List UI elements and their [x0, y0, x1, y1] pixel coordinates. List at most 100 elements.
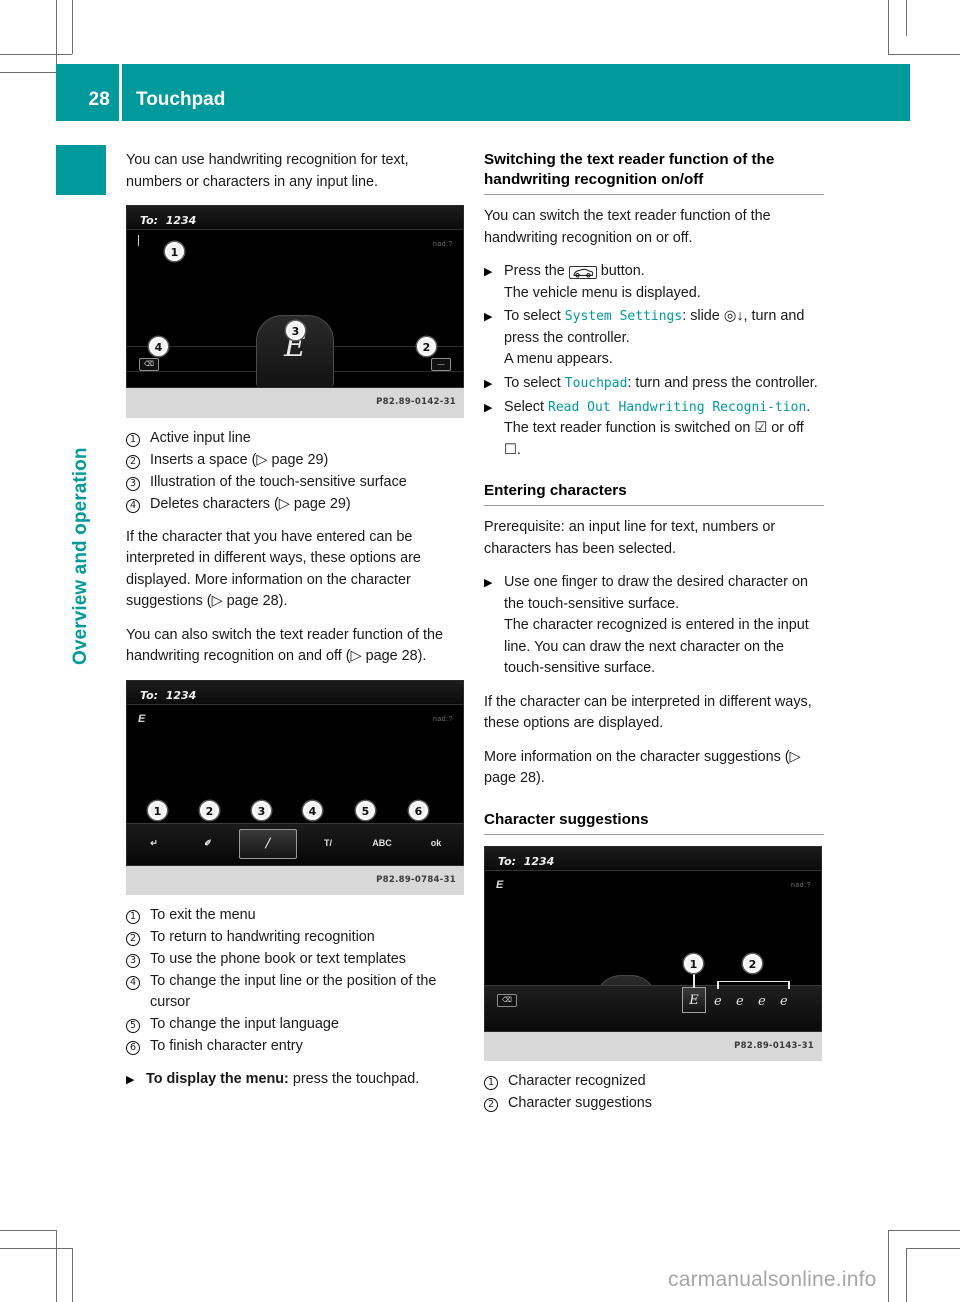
delete-character-button[interactable]: ⌫ [139, 358, 159, 371]
legend-item: 4 Deletes characters (▷ page 29) [126, 494, 466, 515]
step-item-select-system-settings: ▶ To select System Settings: slide ◎↓, t… [484, 306, 824, 371]
crop-mark-bottom-left-v [56, 1230, 57, 1302]
crop-mark-bottom-left-v2 [72, 1248, 73, 1302]
crop-mark-top-left-v2 [72, 0, 73, 54]
callout-1: 1 [148, 800, 167, 820]
insert-space-button[interactable]: ― [431, 358, 451, 371]
delete-character-button[interactable]: ⌫ [497, 993, 517, 1007]
crop-mark-top-right-v2 [906, 0, 907, 36]
step-list-text-reader: ▶ Press the button. The vehicle menu is … [484, 261, 824, 461]
callout-6: 6 [409, 800, 428, 820]
callout-4: 4 [149, 337, 168, 356]
legend-number: 1 [126, 905, 150, 926]
legend-item: 6 To finish character entry [126, 1036, 466, 1057]
legend-label: To change the input line or the position… [150, 973, 437, 1010]
callout-3: 3 [252, 800, 271, 820]
right-column: Switching the text reader function of th… [484, 150, 824, 1126]
legend-item: 1 Character recognized [484, 1071, 824, 1092]
intro-paragraph: You can use handwriting recognition for … [126, 152, 409, 190]
ui-label-touchpad[interactable]: Touchpad [565, 376, 628, 391]
legend-item: 2 To return to handwriting recognition [126, 927, 466, 948]
callout-2: 2 [200, 800, 219, 820]
menu-icon-handwriting[interactable]: ✐ [181, 833, 235, 855]
legend-label: Active input line [150, 429, 251, 446]
legend-label: Character recognized [508, 1073, 646, 1089]
page-number: 28 [56, 64, 119, 121]
legend-item: 5 To change the input language [126, 1014, 466, 1035]
suggestion-character-4[interactable]: e [780, 991, 788, 1013]
step-lead: To select [504, 308, 565, 324]
legend-label: To finish character entry [150, 1038, 303, 1054]
step-tail: button. [596, 263, 645, 279]
legend-number: 3 [126, 949, 150, 970]
figure-character-suggestions: To: 1234 nad:? E ⌫ E e e e e 1 2 P82.89- [484, 845, 822, 1061]
legend-item: 1 To exit the menu [126, 905, 466, 926]
step-text-rest: press the touchpad. [288, 1071, 420, 1087]
callout-leader-2 [717, 980, 789, 982]
screen-topbar: To: 1234 [485, 846, 821, 871]
chapter-tab-marker [56, 145, 106, 195]
legend-number: 4 [126, 494, 150, 515]
step-text: To select Touchpad: turn and press the c… [504, 373, 824, 395]
crop-mark-bottom-left-h [0, 1230, 56, 1231]
callout-1: 1 [165, 242, 184, 261]
page-header: 28 Touchpad [56, 64, 910, 121]
legend-item: 3 To use the phone book or text template… [126, 949, 466, 970]
vehicle-button-icon [568, 266, 597, 279]
ui-label-system-settings[interactable]: System Settings [565, 309, 682, 324]
step-subtext: The vehicle menu is displayed. [504, 284, 701, 301]
figure-handwriting-screen-1: To: 1234 nad:? E ⌫ ― 1 2 3 4 P82.89-0142… [126, 205, 464, 418]
legend-label: To exit the menu [150, 907, 256, 923]
suggestion-character-1[interactable]: e [714, 991, 722, 1013]
callout-leader-2-left [717, 980, 719, 989]
legend-label: Inserts a space (▷ page 29) [150, 451, 329, 468]
step-list-display-menu: ▶ To display the menu: press the touchpa… [126, 1069, 466, 1091]
heading-rule [484, 194, 824, 195]
legend-item: 4 To change the input line or the positi… [126, 971, 466, 1013]
screen-to-field: To: 1234 [140, 214, 197, 227]
step-item-select-read-out: ▶ Select Read Out Handwriting Recogni‐ti… [484, 397, 824, 462]
crop-mark-bottom-right-h2 [906, 1248, 960, 1249]
step-tail: . [806, 398, 811, 415]
menu-icon-phonebook[interactable]: ╱ [239, 829, 297, 859]
step-arrow-icon: ▶ [484, 266, 493, 278]
crop-mark-bottom-left-h2 [0, 1248, 72, 1249]
menu-icon-ok[interactable]: ok [409, 833, 463, 855]
legend-item: 3 Illustration of the touch-sensitive su… [126, 472, 466, 493]
section-heading-entering-characters: Entering characters [484, 482, 627, 499]
menu-icon-cursor[interactable]: T/ [301, 833, 355, 855]
crop-mark-top-right-h [888, 54, 960, 55]
legend-number: 2 [484, 1093, 508, 1114]
screenshot-handwriting-input: To: 1234 nad:? E ⌫ ― 1 2 3 4 [126, 205, 464, 388]
callout-1: 1 [684, 953, 703, 973]
legend-label: To return to handwriting recognition [150, 929, 375, 945]
heading-rule [484, 833, 824, 835]
legend-label: Character suggestions [508, 1095, 652, 1111]
left-paragraph-1: If the character that you have entered c… [126, 528, 421, 610]
step-subtext: A menu appears. [504, 351, 613, 367]
step-lead: Use one finger to draw the desired chara… [504, 574, 808, 612]
step-subtext: The text reader function is switched on … [504, 420, 804, 458]
right-paragraph-1: You can switch the text reader function … [484, 208, 771, 246]
crop-mark-top-right-v [888, 0, 889, 54]
left-column: You can use handwriting recognition for … [126, 150, 466, 1103]
step-arrow-icon: ▶ [484, 401, 493, 414]
ui-label-read-out-handwriting[interactable]: Read Out Handwriting Recogni‐tion [548, 400, 806, 415]
legend-list-1: 1 Active input line 2 Inserts a space (▷… [126, 428, 466, 515]
step-subtext: The character recognized is entered in t… [504, 617, 809, 676]
recognized-character-box: E [682, 986, 706, 1013]
legend-label: To use the phone book or text templates [150, 951, 406, 967]
crop-mark-bottom-right-v [888, 1230, 889, 1302]
step-item-draw-character: ▶ Use one finger to draw the desired cha… [484, 572, 824, 680]
screen-status-text: nad:? [432, 241, 453, 248]
screen-entered-character: E [496, 878, 504, 891]
menu-icon-language[interactable]: ABC [355, 833, 409, 855]
screen-status-text: nad:? [790, 881, 811, 889]
callout-5: 5 [356, 800, 375, 820]
screen-topbar: To: 1234 [127, 680, 463, 705]
suggestion-character-2[interactable]: e [736, 991, 744, 1013]
callout-4: 4 [303, 800, 322, 820]
menu-icon-exit[interactable]: ↵ [127, 833, 181, 855]
legend-label: To change the input language [150, 1016, 339, 1032]
suggestion-character-3[interactable]: e [758, 991, 766, 1013]
